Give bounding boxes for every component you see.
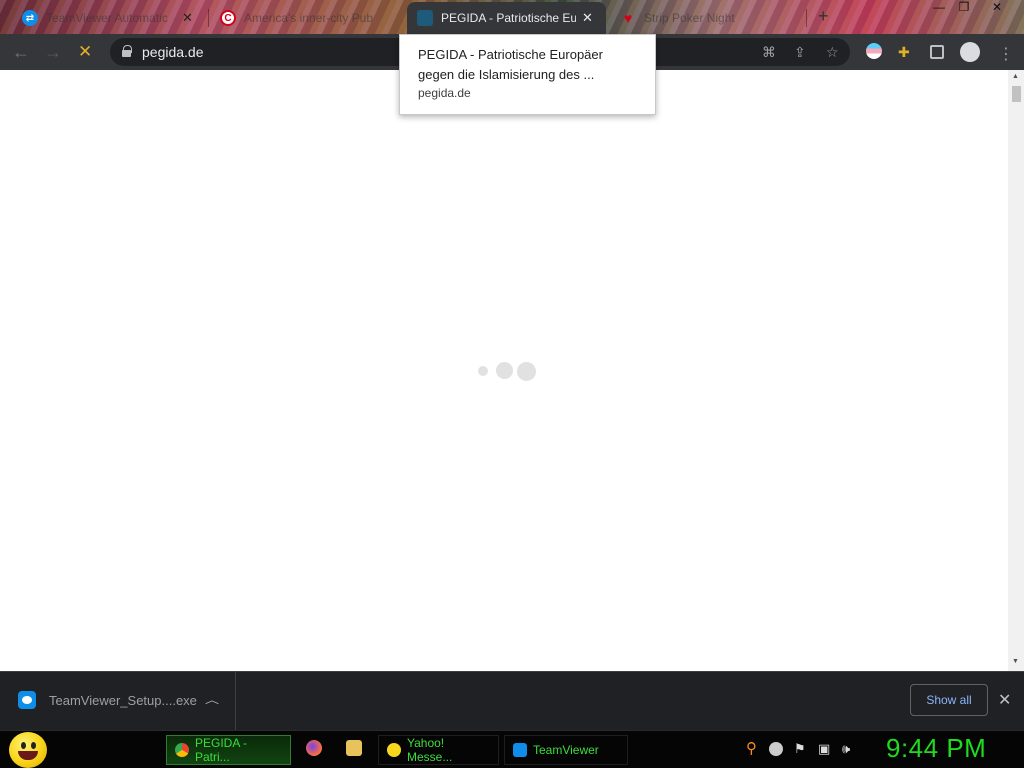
pegida-favicon (417, 10, 433, 26)
tab-america[interactable]: C America's inner-city Pub (210, 2, 406, 34)
search-tray-icon[interactable]: ⚲ (746, 739, 757, 757)
scroll-thumb[interactable] (1012, 86, 1021, 102)
messenger-tray-icon[interactable] (769, 742, 783, 756)
heart-icon: ♥ (623, 10, 633, 26)
side-panel-icon[interactable] (930, 45, 944, 59)
tab-close-icon[interactable]: ✕ (582, 10, 593, 26)
forward-icon[interactable]: → (44, 42, 62, 63)
extension-flag-icon[interactable] (866, 43, 882, 59)
start-button-smiley-icon[interactable] (9, 732, 47, 768)
yahoo-messenger-icon (387, 743, 401, 757)
scroll-up-icon[interactable]: ▲ (1012, 73, 1019, 80)
tab-strip: ⇄ TeamViewer Automatic ✕ C America's inn… (0, 0, 1024, 34)
teamviewer-icon (513, 743, 527, 757)
network-icon[interactable]: ▣ (818, 741, 830, 757)
tab-label: America's inner-city Pub (244, 11, 373, 25)
close-download-bar-icon[interactable]: ✕ (998, 690, 1011, 710)
hover-card-title: PEGIDA - Patriotische Europäer gegen die… (418, 47, 603, 82)
profile-avatar-icon[interactable] (960, 42, 980, 62)
download-file-name[interactable]: TeamViewer_Setup....exe (49, 693, 197, 708)
volume-icon[interactable]: 🕪 (842, 741, 850, 757)
bookmark-star-icon[interactable]: ☆ (826, 44, 839, 61)
share-icon[interactable]: ⇪ (794, 44, 806, 61)
new-tab-icon[interactable]: + (818, 6, 829, 27)
extensions-puzzle-icon[interactable]: ✚ (898, 44, 910, 61)
translate-icon[interactable]: ⌘ (762, 44, 776, 61)
taskbar-item-label: TeamViewer (533, 743, 599, 757)
lock-icon[interactable] (122, 45, 132, 57)
stop-loading-icon[interactable]: ✕ (78, 42, 92, 62)
tab-pegida[interactable]: PEGIDA - Patriotische Eur ✕ (407, 2, 606, 34)
tab-hover-card: PEGIDA - Patriotische Europäer gegen die… (399, 34, 656, 115)
taskbar-item-label: Yahoo! Messe... (407, 736, 453, 764)
download-item[interactable]: TeamViewer_Setup....exe ︿ (0, 672, 236, 730)
taskbar-item-yahoo-messenger[interactable]: Yahoo! Messe... (378, 735, 499, 765)
loading-dot (478, 366, 488, 376)
taskbar-clock[interactable]: 9:44 PM (886, 733, 986, 764)
taskbar: PEGIDA - Patri... Yahoo! Messe... TeamVi… (0, 730, 1024, 768)
c-logo-icon: C (220, 10, 236, 26)
page-content (0, 70, 1008, 671)
close-window-icon[interactable]: ✕ (986, 0, 1008, 14)
taskbar-item-label: PEGIDA - Patri... (195, 736, 248, 764)
minimize-icon[interactable]: — (928, 0, 950, 14)
loading-dot (517, 362, 536, 381)
show-all-button[interactable]: Show all (910, 684, 988, 716)
tab-strip-poker[interactable]: ♥ Strip Poker Night (610, 2, 806, 34)
loading-dot (496, 362, 513, 379)
tab-separator (806, 9, 807, 27)
teamviewer-icon: ⇄ (22, 10, 38, 26)
chrome-icon (175, 743, 189, 757)
folder-icon[interactable] (346, 740, 362, 756)
action-center-flag-icon[interactable]: ⚑ (794, 741, 806, 757)
tab-teamviewer[interactable]: ⇄ TeamViewer Automatic ✕ (12, 2, 208, 34)
back-icon[interactable]: ← (12, 42, 30, 63)
taskbar-item-chrome[interactable]: PEGIDA - Patri... (166, 735, 291, 765)
restore-icon[interactable]: ❐ (953, 0, 975, 14)
scroll-down-icon[interactable]: ▼ (1012, 658, 1019, 665)
page-scrollbar[interactable]: ▲ ▼ (1008, 70, 1024, 671)
menu-dots-icon[interactable]: ⋮ (998, 44, 1014, 64)
teamviewer-icon (18, 691, 36, 709)
tab-label: Strip Poker Night (644, 11, 735, 25)
firefox-icon[interactable] (306, 740, 322, 756)
tab-label: PEGIDA - Patriotische Eur (441, 11, 576, 25)
tab-close-icon[interactable]: ✕ (182, 10, 193, 26)
download-bar: TeamViewer_Setup....exe ︿ Show all ✕ (0, 671, 1024, 730)
tab-label: TeamViewer Automatic (46, 11, 168, 25)
taskbar-item-teamviewer[interactable]: TeamViewer (504, 735, 628, 765)
url-text[interactable]: pegida.de (142, 44, 204, 60)
tab-separator (208, 9, 209, 27)
hover-card-domain: pegida.de (418, 86, 471, 100)
chevron-up-icon[interactable]: ︿ (205, 693, 219, 707)
